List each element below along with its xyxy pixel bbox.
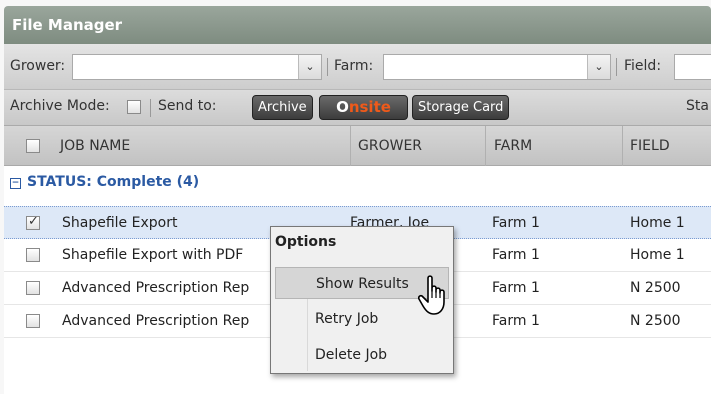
column-grower[interactable]: GROWER xyxy=(358,138,422,154)
context-menu-title: Options xyxy=(275,234,337,250)
archive-mode-checkbox[interactable] xyxy=(127,100,141,114)
column-field[interactable]: FIELD xyxy=(630,138,670,154)
collapse-icon[interactable]: − xyxy=(10,178,21,189)
field-label: Field: xyxy=(624,58,662,74)
window-title: File Manager xyxy=(4,6,711,44)
column-job-name[interactable]: JOB NAME xyxy=(60,138,130,154)
farm-select[interactable]: ⌄ xyxy=(383,54,611,80)
cell-farm: Farm 1 xyxy=(492,247,540,263)
status-group-header[interactable]: − STATUS: Complete (4) xyxy=(4,174,199,190)
row-checkbox[interactable] xyxy=(26,314,40,328)
column-divider xyxy=(622,126,623,166)
cell-job-name: Advanced Prescription Rep xyxy=(62,313,250,329)
column-divider xyxy=(485,126,486,166)
cell-farm: Farm 1 xyxy=(492,280,540,296)
cell-job-name: Shapefile Export xyxy=(62,215,178,231)
cell-field: Home 1 xyxy=(630,247,685,263)
cell-field: N 2500 xyxy=(630,280,681,296)
row-checkbox[interactable] xyxy=(26,214,40,230)
storage-card-button[interactable]: Storage Card xyxy=(412,95,510,120)
cell-farm: Farm 1 xyxy=(492,313,540,329)
status-group-label: STATUS: Complete (4) xyxy=(27,174,200,190)
toolbar-divider xyxy=(150,99,151,117)
farm-label: Farm: xyxy=(334,58,374,74)
chevron-down-icon[interactable]: ⌄ xyxy=(298,55,321,79)
column-farm[interactable]: FARM xyxy=(494,138,532,154)
menu-item-delete-job[interactable]: Delete Job xyxy=(275,339,449,371)
status-label-partial: Sta xyxy=(686,98,709,114)
select-all-checkbox[interactable] xyxy=(26,139,40,153)
grower-label: Grower: xyxy=(10,58,66,74)
column-divider xyxy=(350,126,351,166)
archive-mode-label: Archive Mode: xyxy=(10,98,110,114)
grower-select[interactable]: ⌄ xyxy=(72,54,322,80)
cell-farm: Farm 1 xyxy=(492,215,540,231)
hand-pointer-icon xyxy=(418,275,445,315)
filter-toolbar: Grower: ⌄ Farm: ⌄ Field: xyxy=(4,44,711,90)
cell-field: Home 1 xyxy=(630,215,685,231)
archive-button[interactable]: Archive xyxy=(252,95,313,120)
cell-field: N 2500 xyxy=(630,313,681,329)
onsite-button[interactable]: Onsite xyxy=(319,95,408,120)
table-header: JOB NAME GROWER FARM FIELD xyxy=(4,126,711,166)
onsite-logo-o: O xyxy=(336,98,349,116)
file-manager-window: File Manager Grower: ⌄ Farm: ⌄ Field: Ar… xyxy=(0,0,711,394)
chevron-down-icon[interactable]: ⌄ xyxy=(587,55,610,79)
cell-job-name: Shapefile Export with PDF xyxy=(62,247,244,263)
row-checkbox[interactable] xyxy=(26,248,40,262)
row-checkbox[interactable] xyxy=(26,281,40,295)
cell-job-name: Advanced Prescription Rep xyxy=(62,280,250,296)
toolbar-divider xyxy=(616,58,617,76)
field-select[interactable] xyxy=(674,54,711,80)
onsite-logo-text: nsite xyxy=(348,98,391,116)
action-toolbar: Archive Mode: Send to: Archive Onsite St… xyxy=(4,90,711,126)
send-to-label: Send to: xyxy=(158,98,217,114)
toolbar-divider xyxy=(327,58,328,76)
